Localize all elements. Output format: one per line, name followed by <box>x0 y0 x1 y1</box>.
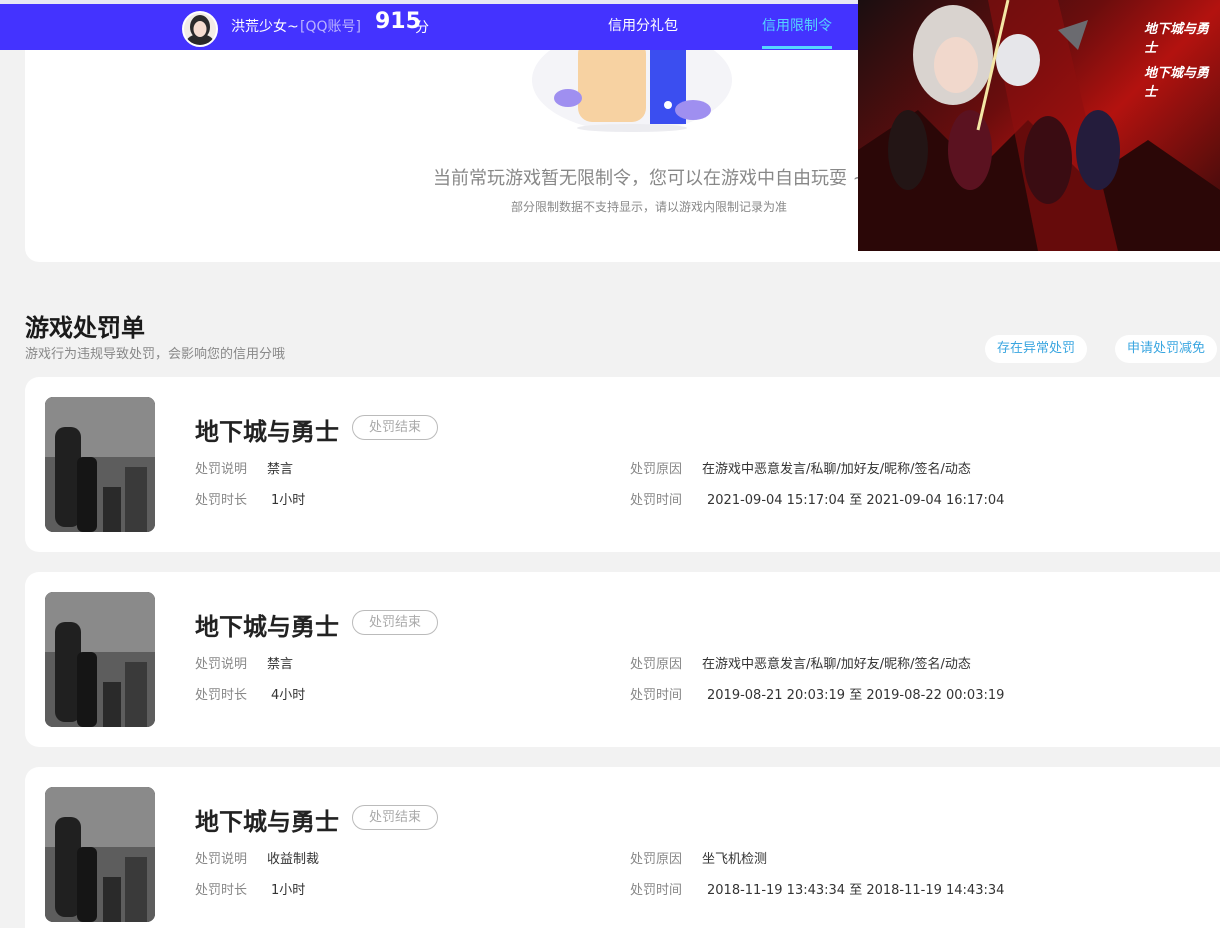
reason-label: 处罚原因 <box>630 462 683 477</box>
game-banner[interactable]: 地下城与勇士 地下城与勇士 <box>858 0 1220 251</box>
avatar-image <box>184 13 216 45</box>
time-label: 处罚时间 <box>630 493 683 508</box>
account-type: [QQ账号] <box>300 19 361 35</box>
time-value: 2018-11-19 13:43:34 至 2018-11-19 14:43:3… <box>707 883 1005 898</box>
empty-subtext: 部分限制数据不支持显示，请以游戏内限制记录为准 <box>511 200 788 214</box>
duration-label: 处罚时长 <box>195 883 248 898</box>
game-thumbnail-art <box>45 397 155 532</box>
desc-label: 处罚说明 <box>195 852 248 867</box>
game-name: 地下城与勇士 <box>195 808 339 836</box>
tab-credit-gift[interactable]: 信用分礼包 <box>608 15 678 35</box>
desc-value: 禁言 <box>267 462 294 477</box>
desc-label: 处罚说明 <box>195 657 248 672</box>
active-tab-indicator <box>762 46 832 49</box>
time-value: 2021-09-04 15:17:04 至 2021-09-04 16:17:0… <box>707 493 1005 508</box>
reason-label: 处罚原因 <box>630 657 683 672</box>
duration-label: 处罚时长 <box>195 688 248 703</box>
score-unit: 分 <box>415 20 429 36</box>
game-thumbnail <box>45 787 155 922</box>
empty-message: 当前常玩游戏暂无限制令，您可以在游戏中自由玩耍 ~ <box>433 168 868 189</box>
report-abnormal-penalty-button[interactable]: 存在异常处罚 <box>985 335 1088 363</box>
penalty-record[interactable]: 地下城与勇士 处罚结束 处罚说明 禁言 处罚时长 4小时 处罚原因 在游戏中恶意… <box>25 572 1220 747</box>
time-value: 2019-08-21 20:03:19 至 2019-08-22 00:03:1… <box>707 688 1005 703</box>
game-thumbnail-art <box>45 592 155 727</box>
duration-value: 1小时 <box>271 493 306 508</box>
time-label: 处罚时间 <box>630 688 683 703</box>
banner-logo-top: 地下城与勇士 <box>1144 22 1210 56</box>
reason-value: 在游戏中恶意发言/私聊/加好友/昵称/签名/动态 <box>702 657 971 672</box>
game-name: 地下城与勇士 <box>195 613 339 641</box>
status-badge: 处罚结束 <box>352 415 438 440</box>
duration-value: 1小时 <box>271 883 306 898</box>
banner-logo-bottom: 地下城与勇士 <box>1144 66 1210 100</box>
duration-label: 处罚时长 <box>195 493 248 508</box>
reason-value: 在游戏中恶意发言/私聊/加好友/昵称/签名/动态 <box>702 462 971 477</box>
duration-value: 4小时 <box>271 688 306 703</box>
status-badge: 处罚结束 <box>352 610 438 635</box>
tab-credit-restriction[interactable]: 信用限制令 <box>762 15 832 35</box>
desc-value: 禁言 <box>267 657 294 672</box>
game-thumbnail <box>45 592 155 727</box>
penalties-title: 游戏处罚单 <box>25 314 145 342</box>
status-badge: 处罚结束 <box>352 805 438 830</box>
desc-value: 收益制裁 <box>267 852 320 867</box>
game-thumbnail-art <box>45 787 155 922</box>
avatar[interactable] <box>182 11 218 47</box>
game-thumbnail <box>45 397 155 532</box>
apply-penalty-reduction-button[interactable]: 申请处罚减免 <box>1115 335 1218 363</box>
username: 洪荒少女~ <box>231 19 299 35</box>
reason-label: 处罚原因 <box>630 852 683 867</box>
desc-label: 处罚说明 <box>195 462 248 477</box>
penalty-record[interactable]: 地下城与勇士 处罚结束 处罚说明 禁言 处罚时长 1小时 处罚原因 在游戏中恶意… <box>25 377 1220 552</box>
reason-value: 坐飞机检测 <box>702 852 768 867</box>
time-label: 处罚时间 <box>630 883 683 898</box>
penalty-record[interactable]: 地下城与勇士 处罚结束 处罚说明 收益制裁 处罚时长 1小时 处罚原因 坐飞机检… <box>25 767 1220 928</box>
penalties-subtitle: 游戏行为违规导致处罚，会影响您的信用分哦 <box>25 347 286 362</box>
top-bar: 洪荒少女~ [QQ账号] 915 分 信用分礼包 信用限制令 <box>0 0 858 50</box>
game-name: 地下城与勇士 <box>195 418 339 446</box>
page: 当前常玩游戏暂无限制令，您可以在游戏中自由玩耍 ~ 部分限制数据不支持显示，请以… <box>0 0 1220 928</box>
